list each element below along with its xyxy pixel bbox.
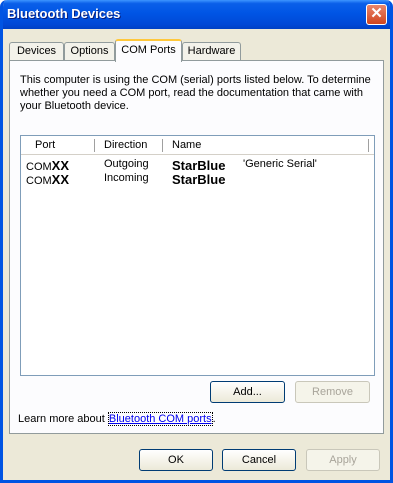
com-ports-list[interactable]: Port Direction Name COMXX Outgoing StarB… [20, 135, 375, 376]
remove-button[interactable]: Remove [295, 381, 370, 403]
column-divider[interactable] [94, 139, 95, 152]
apply-button[interactable]: Apply [306, 449, 380, 471]
table-row[interactable]: COMXX Outgoing StarBlue 'Generic Serial' [21, 158, 374, 173]
title-bar[interactable]: Bluetooth Devices ✕ [3, 0, 390, 29]
column-header-name[interactable]: Name [172, 139, 201, 151]
device-name-cell: StarBlue [172, 172, 226, 187]
description-text: This computer is using the COM (serial) … [20, 74, 371, 112]
window-title: Bluetooth Devices [7, 6, 121, 21]
table-row[interactable]: COMXX Incoming StarBlue [21, 172, 374, 187]
column-divider[interactable] [368, 139, 369, 152]
tab-hardware[interactable]: Hardware [182, 42, 241, 60]
learn-more-suffix: . [212, 413, 216, 425]
bluetooth-com-ports-link[interactable]: Bluetooth COM ports [107, 412, 213, 426]
tab-options[interactable]: Options [64, 42, 115, 60]
port-suffix: XX [51, 172, 70, 187]
column-header-port[interactable]: Port [35, 139, 55, 151]
cancel-button[interactable]: Cancel [222, 449, 296, 471]
learn-more-text: Learn more about Bluetooth COM ports. [18, 412, 216, 426]
close-button[interactable]: ✕ [366, 4, 387, 25]
tab-devices[interactable]: Devices [9, 42, 64, 60]
add-button[interactable]: Add... [210, 381, 285, 403]
list-header: Port Direction Name [21, 136, 374, 155]
device-name-cell: StarBlue [172, 158, 226, 173]
close-icon: ✕ [370, 5, 383, 22]
port-cell: COMXX [26, 172, 69, 187]
direction-cell: Incoming [104, 172, 149, 184]
port-cell: COMXX [26, 158, 69, 173]
service-name-cell: 'Generic Serial' [243, 158, 317, 170]
port-prefix: COM [26, 175, 52, 187]
tab-com-ports[interactable]: COM Ports [115, 39, 182, 62]
column-header-direction[interactable]: Direction [104, 139, 147, 151]
port-suffix: XX [51, 158, 70, 173]
bluetooth-devices-window: Bluetooth Devices ✕ Devices Options COM … [0, 0, 393, 483]
com-ports-panel: This computer is using the COM (serial) … [9, 60, 384, 434]
ok-button[interactable]: OK [139, 449, 213, 471]
learn-more-prefix: Learn more about [18, 413, 108, 425]
column-divider[interactable] [162, 139, 163, 152]
direction-cell: Outgoing [104, 158, 149, 170]
